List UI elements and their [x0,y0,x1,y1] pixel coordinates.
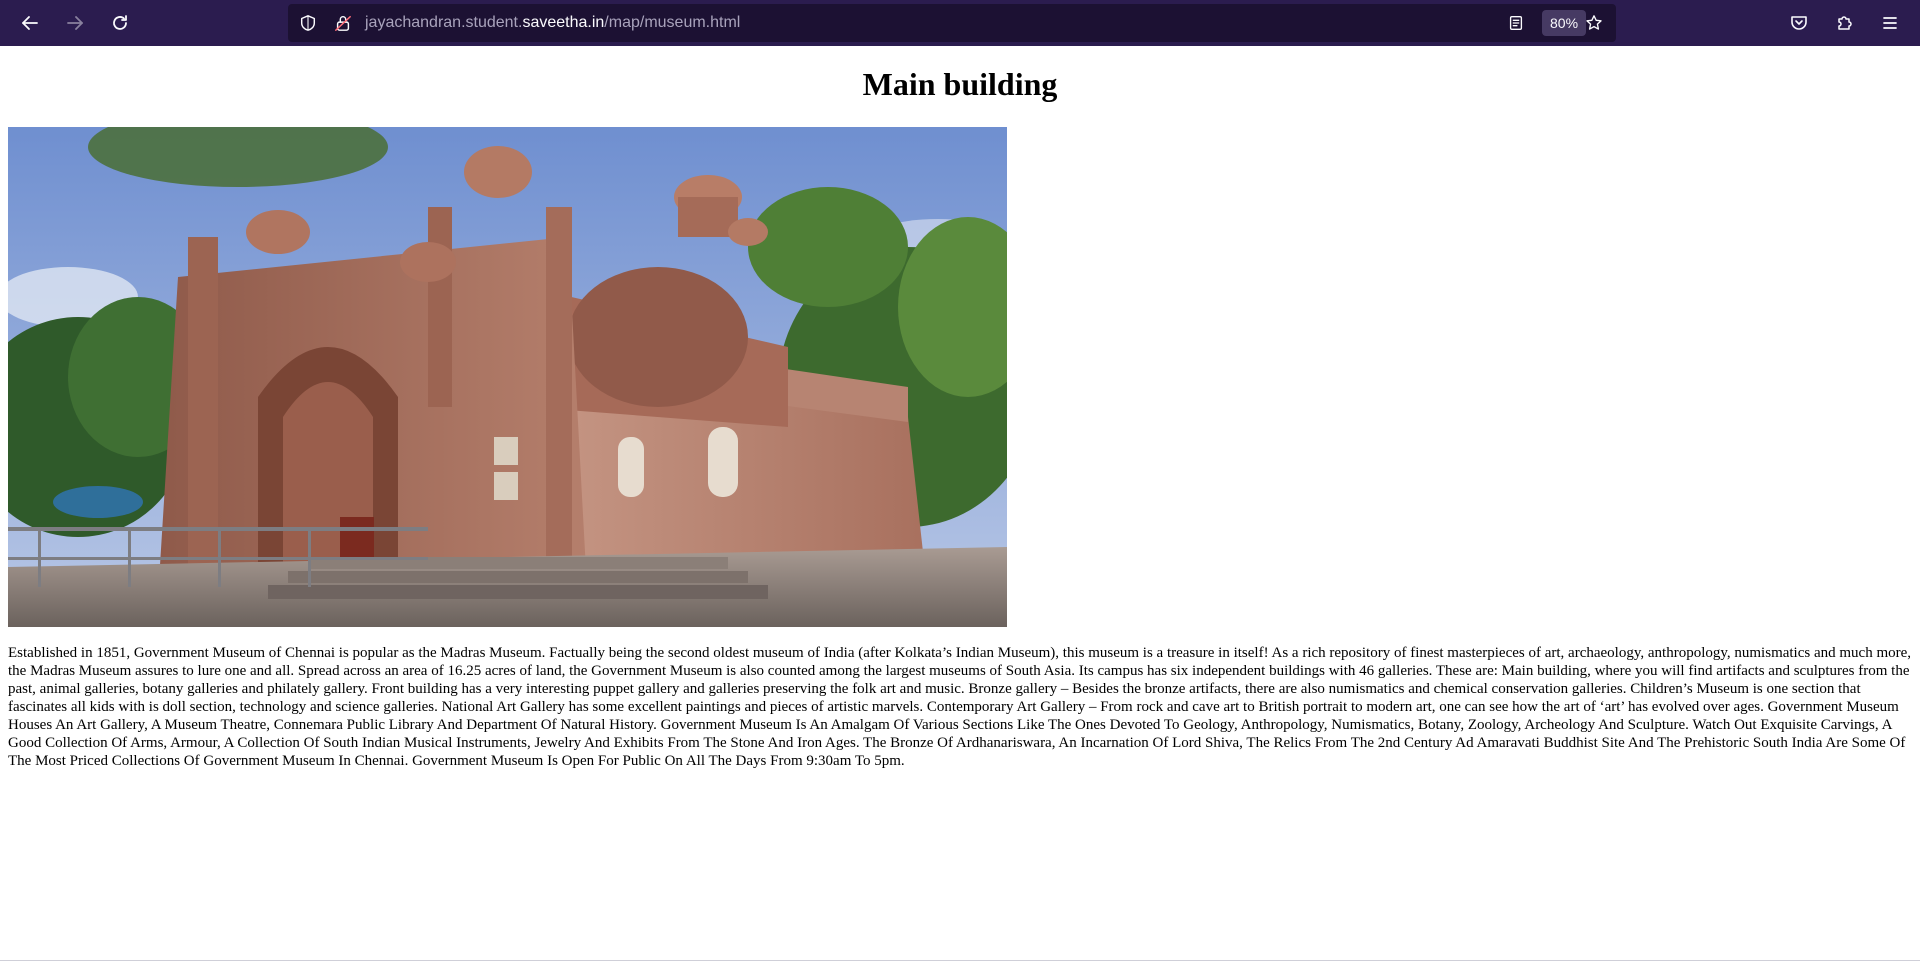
url-path: /map/museum.html [604,14,741,31]
forward-arrow-icon [67,16,83,30]
zoom-level-badge[interactable]: 80% [1542,10,1587,36]
app-menu-button[interactable] [1874,7,1906,39]
tracking-protection-shield-icon[interactable] [298,13,318,33]
url-prefix: jayachandran.student. [365,14,523,31]
pocket-icon [1791,16,1807,30]
museum-building-photo [8,127,1007,627]
url-bar[interactable]: jayachandran.student.saveetha.in/map/mus… [288,4,1616,42]
reload-button[interactable] [104,7,136,39]
reader-view-icon[interactable] [1506,13,1526,33]
reload-icon [113,15,127,30]
url-host: saveetha.in [522,14,605,31]
back-button[interactable] [14,7,46,39]
back-arrow-icon [22,16,38,30]
pocket-button[interactable] [1783,7,1815,39]
forward-button[interactable] [59,7,91,39]
url-text[interactable]: jayachandran.student.saveetha.in/map/mus… [365,14,740,32]
museum-description: Established in 1851, Government Museum o… [8,645,1912,769]
page-content: Main building Established in 1851, Gover… [0,46,1920,960]
extensions-puzzle-icon [1838,16,1852,30]
bookmark-star-icon[interactable] [1584,13,1604,33]
extensions-button[interactable] [1829,7,1861,39]
page-title: Main building [862,66,1058,102]
browser-toolbar: jayachandran.student.saveetha.in/map/mus… [0,0,1920,46]
museum-photo-illustration [8,127,1007,627]
insecure-lock-icon[interactable] [333,13,353,33]
hamburger-menu-icon [1883,17,1897,29]
